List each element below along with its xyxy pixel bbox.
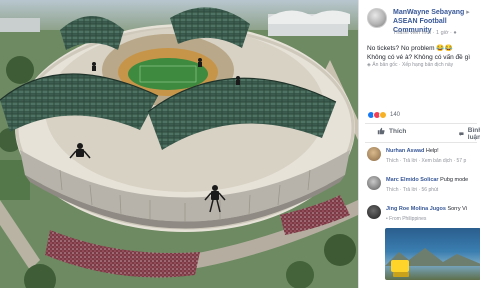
commenter-name[interactable]: Nurhan Aswad xyxy=(386,148,424,154)
comment-line: Nurhan Aswad Help! xyxy=(386,148,439,154)
globe-icon: ● xyxy=(453,30,457,36)
comment-meta[interactable]: Thích · Trả lời · Xem bản dịch · 57 p xyxy=(386,158,466,164)
sticker-base-image xyxy=(393,272,409,277)
haha-reaction-icon xyxy=(379,111,387,119)
author-name-link[interactable]: ManWayne Sebayang xyxy=(393,9,464,16)
author-avatar[interactable] xyxy=(367,8,387,28)
reactions-summary[interactable]: 140 xyxy=(367,110,400,120)
post-side-panel: ManWayne Sebayang ▸ ASEAN Football Commu… xyxy=(358,0,480,288)
post-text-line-translated: Không có vé à? Không có vấn đề gì xyxy=(367,54,470,61)
comment-text: Pubg mode xyxy=(440,177,469,183)
post-header: ManWayne Sebayang ▸ ASEAN Football Commu… xyxy=(367,6,480,40)
post-text-line-original: No tickets? No problem 😂😂 xyxy=(367,45,453,52)
commenter-avatar[interactable] xyxy=(367,176,381,190)
stadium-aerial-image xyxy=(0,0,358,288)
translate-controls[interactable]: ◈ Ẩn bản gốc · Xếp hạng bản dịch này xyxy=(367,62,453,68)
commenter-avatar[interactable] xyxy=(367,147,381,161)
like-button-label: Thích xyxy=(389,127,407,135)
pin-icon: • xyxy=(386,216,388,222)
comment-text: Sorry Vi xyxy=(447,206,467,212)
divider xyxy=(365,123,477,124)
commenter-avatar[interactable] xyxy=(367,205,381,219)
post-meta: Thành viên mới · 1 giờ · ● xyxy=(393,30,457,36)
divider xyxy=(365,142,477,143)
translate-text[interactable]: Ẩn bản gốc · Xếp hạng bản dịch này xyxy=(372,62,453,68)
comment-image-thumbnail[interactable] xyxy=(385,228,480,280)
emoji-sticker-image xyxy=(391,260,409,272)
comment-button-label: Bình luận xyxy=(467,127,480,141)
post-meta-text: Thành viên mới · 1 giờ · xyxy=(393,30,454,36)
comment-icon xyxy=(459,132,464,136)
share-arrow-icon: ▸ xyxy=(466,9,470,16)
like-button[interactable]: Thích xyxy=(377,127,406,135)
comment-meta: • From Philippines xyxy=(386,216,426,222)
comment-line: Jing Roe Molina Jugos Sorry Vi xyxy=(386,206,467,212)
comment-item: Marc Elmido Solicar Pubg mode Thích · Tr… xyxy=(367,176,480,206)
reaction-count: 140 xyxy=(390,112,401,118)
post-actions: Thích Bình luận xyxy=(367,127,480,141)
comment-meta[interactable]: Thích · Trả lời · 56 phút xyxy=(386,187,438,193)
translate-icon: ◈ xyxy=(367,62,371,68)
post-text: No tickets? No problem 😂😂 Không có vé à?… xyxy=(367,44,479,62)
comment-button[interactable]: Bình luận xyxy=(459,127,480,141)
post-photo[interactable] xyxy=(0,0,358,288)
thumbs-up-icon xyxy=(377,127,385,135)
commenter-name[interactable]: Marc Elmido Solicar xyxy=(386,177,439,183)
comment-line: Marc Elmido Solicar Pubg mode xyxy=(386,177,468,183)
comment-text: Help! xyxy=(425,148,439,154)
comment-item: Nurhan Aswad Help! Thích · Trả lời · Xem… xyxy=(367,147,480,177)
commenter-name[interactable]: Jing Roe Molina Jugos xyxy=(386,206,446,212)
comment-location: From Philippines xyxy=(389,216,427,222)
